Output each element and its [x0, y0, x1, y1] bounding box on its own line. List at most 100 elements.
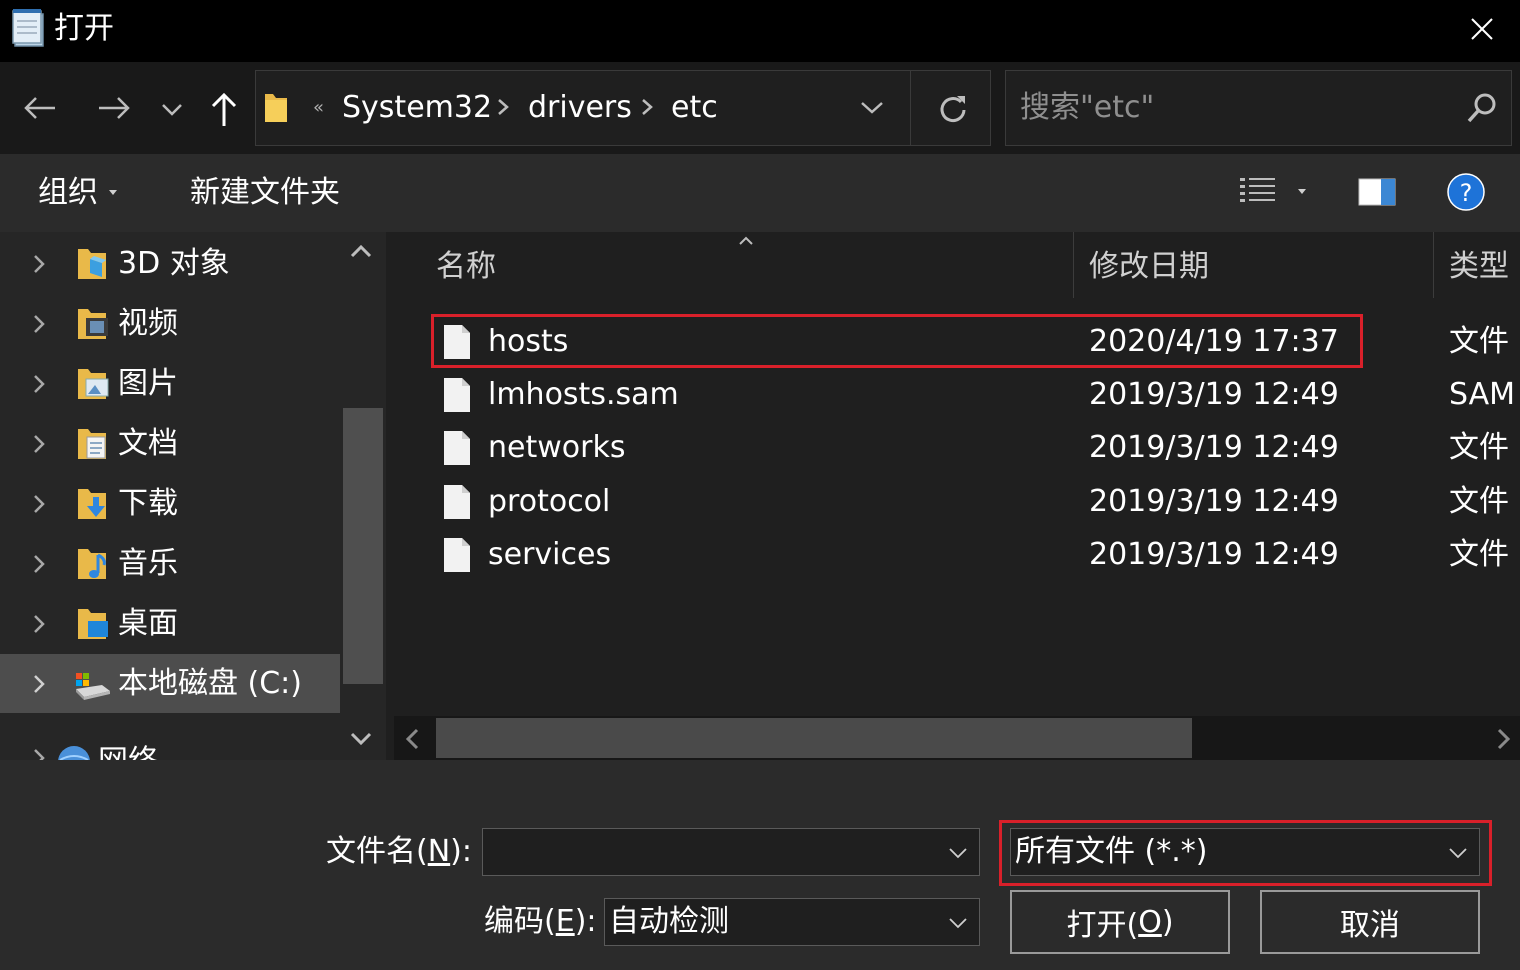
sidebar-item-label: 网络	[98, 740, 158, 760]
sidebar-item-label: 视频	[118, 306, 178, 341]
encoding-label: 编码(E):	[484, 904, 597, 939]
column-header-name[interactable]: 名称	[436, 240, 496, 294]
search-placeholder: 搜索"etc"	[1020, 90, 1155, 125]
sidebar-item-network[interactable]: 网络	[0, 730, 340, 760]
sidebar-item-desktop[interactable]: 桌面	[0, 594, 340, 654]
chevron-right-icon[interactable]	[30, 370, 48, 398]
file-row-protocol[interactable]: protocol 2019/3/19 12:49 文件	[430, 476, 1520, 529]
breadcrumb-system32[interactable]: System32	[342, 70, 492, 146]
sidebar-item-local-disk[interactable]: 本地磁盘 (C:)	[0, 654, 340, 714]
sidebar-item-music[interactable]: 音乐	[0, 534, 340, 594]
chevron-right-icon[interactable]	[30, 744, 48, 760]
arrow-left-icon	[24, 97, 55, 119]
file-icon	[444, 431, 470, 465]
help-icon[interactable]: ?	[1446, 172, 1486, 212]
sidebar-item-label: 3D 对象	[118, 246, 230, 281]
chevron-down-icon	[861, 102, 883, 114]
breadcrumb-chevron-icon[interactable]	[496, 97, 510, 117]
forward-button[interactable]	[92, 86, 136, 130]
pictures-folder-icon	[78, 369, 109, 399]
breadcrumb-drivers[interactable]: drivers	[528, 70, 632, 146]
close-button[interactable]	[1452, 6, 1512, 52]
encoding-combobox[interactable]: 自动检测	[604, 898, 980, 946]
chevron-right-icon[interactable]	[30, 250, 48, 278]
arrow-up-icon	[211, 92, 237, 126]
chevron-right-icon[interactable]	[30, 610, 48, 638]
search-icon[interactable]	[1466, 91, 1498, 125]
sidebar-item-3d-objects[interactable]: 3D 对象	[0, 234, 340, 294]
file-date: 2019/3/19 12:49	[1089, 377, 1339, 412]
address-dropdown-button[interactable]	[852, 88, 892, 128]
sort-ascending-icon	[738, 236, 754, 246]
file-date: 2019/3/19 12:49	[1089, 430, 1339, 465]
local-disk-icon	[76, 673, 110, 700]
filename-combobox[interactable]	[482, 828, 980, 876]
column-divider[interactable]	[1073, 232, 1074, 298]
chevron-right-icon[interactable]	[30, 490, 48, 518]
window-title: 打开	[54, 11, 114, 46]
up-button[interactable]	[202, 88, 246, 132]
breadcrumb-overflow[interactable]: «	[313, 70, 324, 146]
file-type: 文件	[1449, 324, 1509, 359]
scroll-right-icon[interactable]	[1496, 728, 1512, 750]
music-folder-icon	[78, 549, 106, 579]
chevron-right-icon[interactable]	[30, 310, 48, 338]
scroll-down-icon[interactable]	[350, 732, 372, 746]
column-header-date[interactable]: 修改日期	[1089, 240, 1209, 294]
hscroll-thumb[interactable]	[436, 718, 1192, 758]
chevron-right-icon[interactable]	[30, 430, 48, 458]
sidebar-item-pictures[interactable]: 图片	[0, 354, 340, 414]
chevron-down-icon[interactable]	[949, 847, 967, 859]
file-date: 2019/3/19 12:49	[1089, 484, 1339, 519]
file-date: 2019/3/19 12:49	[1089, 537, 1339, 572]
file-row-services[interactable]: services 2019/3/19 12:49 文件	[430, 529, 1520, 582]
network-icon	[58, 746, 90, 760]
preview-pane-icon[interactable]	[1358, 178, 1396, 206]
arrow-right-icon	[99, 97, 130, 119]
refresh-button[interactable]	[930, 86, 976, 132]
file-type: 文件	[1449, 484, 1509, 519]
sidebar-item-label: 本地磁盘 (C:)	[118, 666, 302, 701]
file-icon	[444, 485, 470, 519]
chevron-right-icon[interactable]	[30, 670, 48, 698]
cancel-button[interactable]: 取消	[1260, 890, 1480, 954]
title-bar	[0, 0, 1520, 62]
view-dropdown-icon[interactable]	[1297, 188, 1307, 196]
file-row-networks[interactable]: networks 2019/3/19 12:49 文件	[430, 422, 1520, 475]
view-options-icon[interactable]	[1240, 176, 1278, 208]
desktop-folder-icon	[78, 609, 108, 639]
column-divider[interactable]	[1433, 232, 1434, 298]
file-name: protocol	[488, 484, 611, 519]
documents-folder-icon	[78, 429, 106, 459]
highlight-box-filter	[999, 820, 1492, 886]
close-icon	[1471, 18, 1493, 40]
breadcrumb-etc[interactable]: etc	[671, 70, 718, 146]
open-button[interactable]: 打开(O)	[1010, 890, 1230, 954]
file-name: services	[488, 537, 612, 572]
sidebar-scroll-thumb[interactable]	[343, 408, 383, 684]
file-type: 文件	[1449, 537, 1509, 572]
chevron-down-icon	[162, 104, 182, 116]
highlight-box-hosts	[431, 314, 1363, 368]
sidebar-item-label: 图片	[118, 366, 178, 401]
encoding-value: 自动检测	[609, 904, 729, 939]
chevron-right-icon[interactable]	[30, 550, 48, 578]
file-row-lmhosts[interactable]: lmhosts.sam 2019/3/19 12:49 SAM	[430, 369, 1520, 422]
sidebar-item-downloads[interactable]: 下载	[0, 474, 340, 534]
refresh-icon	[940, 96, 966, 123]
recent-locations-button[interactable]	[156, 92, 188, 128]
divider	[910, 70, 911, 146]
sidebar-item-videos[interactable]: 视频	[0, 294, 340, 354]
scroll-left-icon[interactable]	[404, 728, 420, 750]
new-folder-button[interactable]: 新建文件夹	[190, 154, 340, 232]
scroll-up-icon[interactable]	[350, 244, 372, 258]
sidebar-item-documents[interactable]: 文档	[0, 414, 340, 474]
organize-button[interactable]: 组织	[38, 154, 98, 232]
breadcrumb-chevron-icon[interactable]	[640, 97, 654, 117]
column-header-type[interactable]: 类型	[1449, 240, 1509, 294]
back-button[interactable]	[18, 86, 62, 130]
filename-label: 文件名(N):	[326, 834, 472, 869]
sidebar-item-label: 桌面	[118, 606, 178, 641]
downloads-folder-icon	[78, 489, 106, 519]
chevron-down-icon[interactable]	[949, 917, 967, 929]
